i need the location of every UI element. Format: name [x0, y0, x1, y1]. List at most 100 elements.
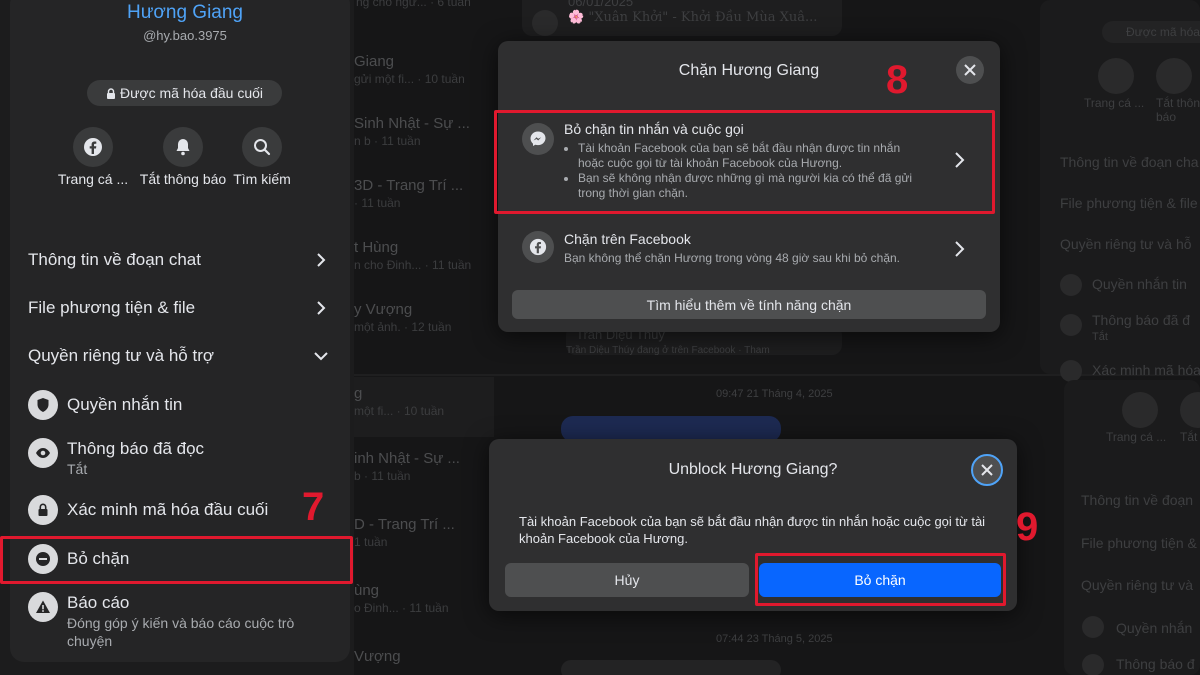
behind-snippet: Trần Diệu Thúy đang ở trên Facebook · Th… [566, 345, 770, 356]
chat-name: ùng [354, 582, 380, 599]
ghost-item: Quyền nhắn tin [1092, 276, 1187, 292]
shield-icon [1082, 616, 1104, 638]
chat-name: y Vượng [354, 301, 413, 318]
section-label: Thông tin về đoạn chat [28, 250, 201, 269]
option-title: Chặn trên Facebook [564, 231, 691, 247]
report-item[interactable]: Báo cáo Đóng góp ý kiến và báo cáo cuộc … [28, 592, 338, 650]
messaging-permissions-item[interactable]: Quyền nhắn tin [28, 390, 338, 420]
eye-icon [36, 448, 50, 458]
chat-name: D - Trang Trí ... [354, 516, 455, 533]
section-privacy-support[interactable]: Quyền riêng tư và hỗ trợ [28, 346, 328, 366]
chevron-right-icon [317, 301, 326, 315]
chat-name: inh Nhật - Sự ... [354, 450, 460, 467]
dialog-title: Unblock Hương Giang? [668, 461, 838, 478]
facebook-icon [1098, 58, 1134, 94]
chevron-right-icon [955, 241, 965, 257]
close-button[interactable] [971, 454, 1003, 486]
chat-list-item[interactable]: D - Trang Trí ... 1 tuần [354, 516, 494, 550]
item-desc: Đóng góp ý kiến và báo cáo cuộc trò chuy… [67, 615, 295, 649]
read-receipts-item[interactable]: Thông báo đã đọc Tắt [28, 438, 338, 478]
details-panel-ghost: Trang cá ... Tắt Thông tin về đoạn File … [1064, 380, 1200, 675]
ghost-label: Tắt thôn báo [1156, 96, 1200, 124]
ghost-label: Trang cá ... [1106, 430, 1167, 444]
chat-list-item[interactable]: t Hùng n cho Đinh... · 11 tuần [354, 239, 494, 273]
chat-name: 3D - Trang Trí ... [354, 177, 464, 194]
item-title: Xác minh mã hóa đầu cuối [67, 500, 269, 519]
close-icon [981, 464, 993, 476]
section-chat-info[interactable]: Thông tin về đoạn chat [28, 250, 328, 270]
item-title: Thông báo đã đọc [67, 439, 205, 458]
lock-icon [106, 87, 115, 99]
message-bubble [561, 660, 781, 675]
warning-icon [36, 600, 50, 613]
profile-name[interactable]: Hương Giang [10, 2, 360, 24]
bell-icon [1180, 392, 1200, 428]
annotation-box-unblock [0, 536, 353, 584]
facebook-icon [529, 238, 547, 256]
chat-list-item[interactable]: ng cho ngư... · 6 tuần [356, 0, 496, 10]
item-desc: Tắt [67, 461, 88, 477]
avatar [532, 10, 558, 36]
chat-list-item[interactable]: y Vượng một ảnh. · 12 tuần [354, 301, 494, 335]
annotation-box-confirm-unblock [755, 553, 1006, 606]
close-button[interactable] [956, 56, 984, 84]
annotation-box-unblock-messages [494, 110, 995, 214]
step-number-7: 7 [302, 485, 325, 529]
ghost-row: Thông tin về đoạn [1081, 492, 1194, 508]
e2e-encryption-badge[interactable]: Được mã hóa đầu cuối [87, 80, 282, 106]
ghost-label: Tắt [1180, 430, 1198, 444]
dialog-title: Chặn Hương Giang [678, 62, 820, 79]
lock-icon [38, 503, 48, 516]
ghost-row: File phương tiện & file [1060, 195, 1198, 211]
chat-snippet: gửi một fi... · 10 tuần [354, 72, 465, 86]
e2e-label: Được mã hóa đầu cuối [119, 85, 264, 101]
eye-icon [1060, 314, 1082, 336]
chat-snippet: một fi... · 10 tuần [354, 404, 445, 418]
option-desc: Bạn không thể chặn Hương trong vòng 48 g… [564, 251, 900, 265]
verify-e2e-item[interactable]: Xác minh mã hóa đầu cuối [28, 495, 338, 525]
timestamp: 09:47 21 Tháng 4, 2025 [716, 388, 833, 400]
preview-date: 06/01/2025 [568, 0, 634, 9]
section-label: Quyền riêng tư và hỗ trợ [28, 346, 215, 365]
quick-actions: Trang cá ... Tắt thông báo Tìm kiếm [10, 127, 360, 207]
chat-list-item[interactable]: Giang gửi một fi... · 10 tuần [354, 53, 494, 87]
section-media-files[interactable]: File phương tiện & file [28, 298, 328, 318]
cancel-button[interactable]: Hủy [505, 563, 749, 597]
shield-icon [37, 398, 49, 412]
chat-list-item[interactable]: 3D - Trang Trí ... · 11 tuần [354, 177, 494, 211]
search-icon [254, 139, 271, 156]
bell-icon [176, 139, 190, 156]
profile-button[interactable]: Trang cá ... [48, 127, 138, 188]
ghost-row: Quyền riêng tư và hỗ [1060, 236, 1192, 252]
chat-name: g [354, 385, 363, 402]
shield-icon [1060, 274, 1082, 296]
ghost-item: Thông báo đ [1116, 656, 1195, 672]
chat-name: t Hùng [354, 239, 399, 256]
close-icon [964, 64, 976, 76]
chat-name: Sinh Nhật - Sự ... [354, 115, 470, 132]
chat-snippet: o Đinh... · 11 tuần [354, 601, 449, 615]
item-title: Quyền nhắn tin [67, 395, 183, 414]
mute-notifications-button[interactable]: Tắt thông báo [138, 127, 228, 188]
chat-snippet: một ảnh. · 12 tuần [354, 320, 452, 334]
quick-action-label: Tìm kiếm [233, 171, 291, 187]
lock-icon [1060, 360, 1082, 382]
ghost-item: Tắt [1092, 331, 1108, 343]
ghost-item: Thông báo đã đ [1092, 312, 1191, 328]
chat-list-item[interactable]: ùng o Đinh... · 11 tuần [354, 582, 494, 616]
block-on-facebook-option[interactable]: Chặn trên Facebook Bạn không thể chặn Hư… [512, 221, 984, 273]
ghost-e2e-label: Được mã hóa [1126, 25, 1200, 39]
ghost-row: File phương tiện & [1081, 535, 1197, 551]
search-in-chat-button[interactable]: Tìm kiếm [217, 127, 307, 188]
chat-list-item[interactable]: Vượng [354, 648, 494, 666]
section-label: File phương tiện & file [28, 298, 196, 317]
chat-snippet: n cho Đinh... · 11 tuần [354, 258, 472, 272]
eye-icon [1082, 654, 1104, 675]
chat-snippet: · 11 tuần [354, 196, 401, 210]
learn-more-button[interactable]: Tìm hiểu thêm về tính năng chặn [512, 290, 986, 319]
chat-list-item[interactable]: inh Nhật - Sự ... b · 11 tuần [354, 450, 494, 484]
chat-list-item[interactable]: Sinh Nhật - Sự ... n b · 11 tuần [354, 115, 494, 149]
item-title: Báo cáo [67, 593, 130, 612]
chat-list-item[interactable]: g một fi... · 10 tuần [354, 385, 494, 419]
timestamp: 07:44 23 Tháng 5, 2025 [716, 633, 833, 645]
